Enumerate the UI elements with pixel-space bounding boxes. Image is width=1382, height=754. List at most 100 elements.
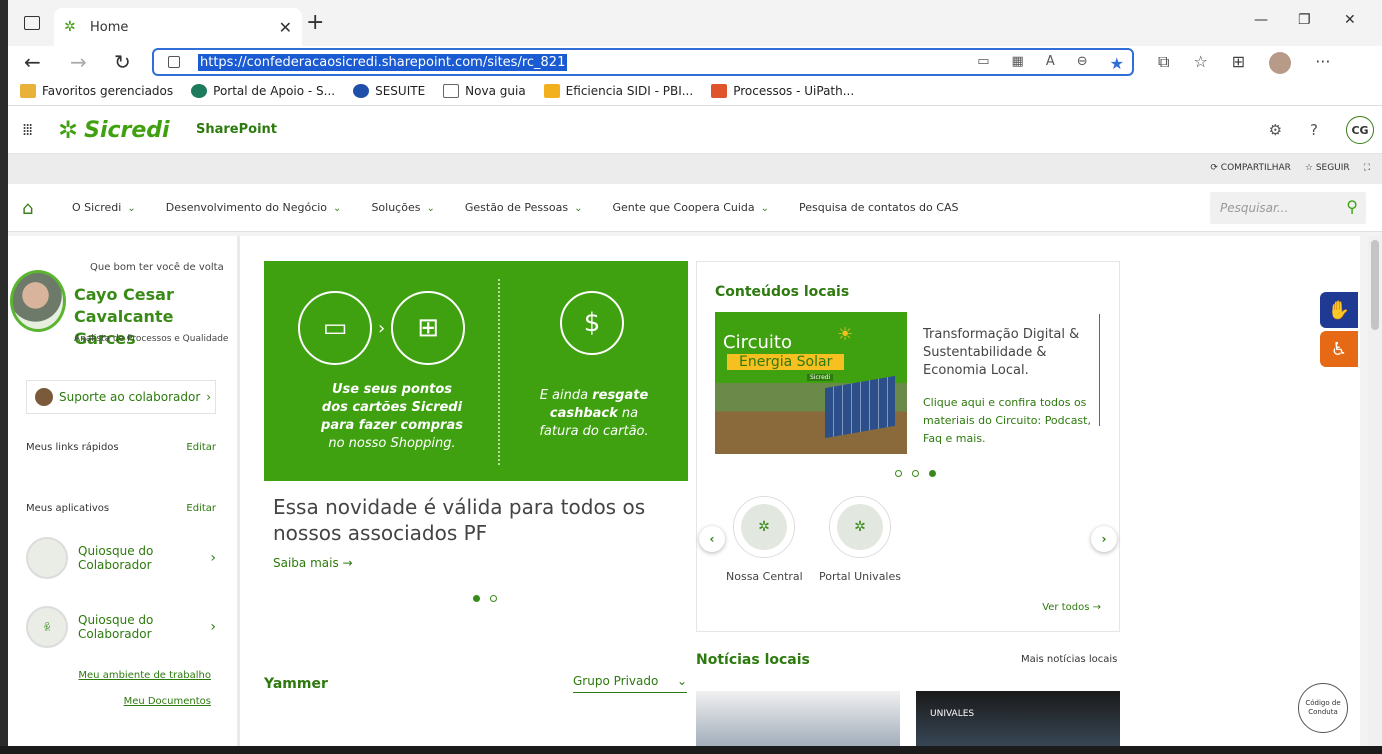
carousel-dot[interactable] <box>473 595 480 602</box>
quick-link-portal-univales[interactable]: ✲ <box>829 496 891 558</box>
profile-sidebar: Que bom ter você de volta Cayo Cesar Cav… <box>8 236 240 746</box>
hero-banner[interactable]: ▭ › ⊞ $ Use seus pontos dos cartões Sicr… <box>264 261 688 481</box>
nav-item-desenvolvimento[interactable]: Desenvolvimento do Negócio ⌄ <box>166 201 342 214</box>
next-arrow-button[interactable]: › <box>1091 526 1117 552</box>
carousel-dot[interactable] <box>929 470 936 477</box>
quick-link-nossa-central[interactable]: ✲ <box>733 496 795 558</box>
sun-icon: ☀ <box>837 324 854 345</box>
nav-item-pesquisa-contatos[interactable]: Pesquisa de contatos do CAS <box>799 201 958 214</box>
profile-avatar[interactable] <box>1269 52 1292 74</box>
home-icon[interactable]: ⌂ <box>22 198 33 219</box>
prev-arrow-button[interactable]: ‹ <box>699 526 725 552</box>
command-bar: ⟳ COMPARTILHAR ☆ SEGUIR ⛶ <box>8 154 1382 184</box>
close-window-icon[interactable]: ✕ <box>1344 12 1356 28</box>
news-card-image[interactable]: UNIVALES <box>916 691 1120 746</box>
app-available-icon[interactable]: ▭ <box>977 54 989 73</box>
chevron-down-icon: ⌄ <box>676 674 687 688</box>
more-news-link[interactable]: Mais notícias locais <box>1021 654 1117 665</box>
sicredi-favicon-icon: ✲ <box>64 19 76 35</box>
carousel-dot[interactable] <box>490 595 497 602</box>
url-text: https://confederacaosicredi.sharepoint.c… <box>198 53 568 71</box>
refresh-icon[interactable]: ↻ <box>114 50 131 74</box>
user-initials-avatar[interactable]: CG <box>1346 116 1374 144</box>
sign-language-icon[interactable]: ✋ <box>1320 292 1358 328</box>
zoom-icon[interactable]: ⊖ <box>1077 54 1088 73</box>
close-tab-icon[interactable]: ✕ <box>279 18 292 37</box>
bookmark-item[interactable]: Nova guia <box>443 83 526 98</box>
help-icon[interactable]: ? <box>1310 121 1318 139</box>
nav-item-gente-coopera[interactable]: Gente que Coopera Cuida ⌄ <box>612 201 769 214</box>
search-input[interactable]: Pesquisar... ⚲ <box>1210 192 1366 224</box>
ver-todos-link[interactable]: Ver todos → <box>1042 602 1101 613</box>
app-item-quiosque[interactable]: ꆜ Quiosque do Colaborador › <box>26 605 216 649</box>
quick-link-label: Portal Univales <box>819 570 901 583</box>
bookmark-item[interactable]: Eficiencia SIDI - PBI... <box>543 83 693 98</box>
feature-link[interactable]: Clique aqui e confira todos os materiais… <box>923 394 1099 448</box>
chevron-right-icon: › <box>210 550 216 566</box>
carousel-dot[interactable] <box>895 470 902 477</box>
yammer-title: Yammer <box>264 676 328 692</box>
support-button[interactable]: Suporte ao colaborador › <box>26 380 216 414</box>
arrow-right-icon: → <box>342 556 353 570</box>
fullscreen-icon[interactable]: ⛶ <box>1364 163 1370 173</box>
url-field[interactable]: https://confederacaosicredi.sharepoint.c… <box>152 48 1134 76</box>
bookmark-item[interactable]: Processos - UiPath... <box>711 83 854 98</box>
hero-carousel-dots <box>473 595 497 602</box>
edit-quick-links-button[interactable]: Editar <box>186 442 216 453</box>
new-tab-page-icon <box>443 83 460 98</box>
scrollbar-thumb[interactable] <box>1371 240 1379 330</box>
bookmark-item[interactable]: SESUITE <box>353 83 425 98</box>
news-card-image[interactable] <box>696 691 900 746</box>
local-content-card: Conteúdos locais ☀ Circuito Energia Sola… <box>696 261 1120 632</box>
chevron-down-icon: ⌄ <box>333 203 342 214</box>
search-icon[interactable]: ⚲ <box>1346 197 1358 216</box>
sharepoint-icon <box>191 83 208 98</box>
documents-link[interactable]: Meu Documentos <box>124 696 211 707</box>
more-menu-icon[interactable]: ··· <box>1315 52 1330 74</box>
taskbar <box>0 746 1382 754</box>
forward-icon[interactable]: → <box>70 50 87 74</box>
trophy-icon <box>353 83 370 98</box>
chevron-down-icon: ⌄ <box>426 203 435 214</box>
page-scrollbar[interactable] <box>1368 236 1382 746</box>
workspace-link[interactable]: Meu ambiente de trabalho <box>78 670 211 681</box>
chevron-right-icon: › <box>206 390 212 404</box>
minimize-icon[interactable]: — <box>1254 12 1268 28</box>
share-button[interactable]: ⟳ COMPARTILHAR <box>1210 163 1291 173</box>
bookmarks-bar: Favoritos gerenciados Portal de Apoio - … <box>8 76 1382 106</box>
codigo-conduta-badge[interactable]: Código de Conduta <box>1298 683 1348 733</box>
edit-apps-button[interactable]: Editar <box>186 503 216 514</box>
nav-item-solucoes[interactable]: Soluções ⌄ <box>371 201 434 214</box>
bookmark-item[interactable]: Favoritos gerenciados <box>20 83 173 98</box>
apps-row: Meus aplicativos Editar <box>26 503 216 514</box>
app-item-quiosque[interactable]: Quiosque do Colaborador › <box>26 536 216 580</box>
back-icon[interactable]: ← <box>24 50 41 74</box>
support-avatar-icon <box>35 388 53 406</box>
nav-item-o-sicredi[interactable]: O Sicredi ⌄ <box>72 201 136 214</box>
favorites-icon[interactable]: ☆ <box>1193 52 1207 74</box>
tab-home[interactable]: ✲ Home ✕ <box>54 8 302 46</box>
app-launcher-icon[interactable]: ⁞⁞⁞ <box>22 120 33 139</box>
nav-item-gestao-pessoas[interactable]: Gestão de Pessoas ⌄ <box>465 201 583 214</box>
new-tab-button[interactable]: + <box>306 10 324 35</box>
bookmark-item[interactable]: Portal de Apoio - S... <box>191 83 335 98</box>
gift-icon: ⊞ <box>391 291 466 365</box>
accessibility-icon[interactable]: ♿ <box>1320 331 1358 367</box>
circuito-energia-solar-image[interactable]: ☀ Circuito Energia Solar Sicredi <box>715 312 907 454</box>
restore-icon[interactable]: ❐ <box>1298 12 1311 28</box>
sharepoint-label[interactable]: SharePoint <box>196 122 277 137</box>
hero-right-text: E ainda resgate cashback na fatura do ca… <box>539 388 649 439</box>
read-aloud-icon[interactable]: A <box>1046 54 1055 73</box>
sicredi-logo[interactable]: ✲ Sicredi <box>58 116 170 144</box>
carousel-dot[interactable] <box>912 470 919 477</box>
group-select[interactable]: Grupo Privado ⌄ <box>573 674 687 693</box>
extensions-icon[interactable]: ⧉ <box>1158 52 1169 74</box>
sharepoint-suite-bar: ⁞⁞⁞ ✲ Sicredi SharePoint ⚙ ? CG <box>8 106 1382 154</box>
settings-icon[interactable]: ⚙ <box>1269 121 1282 139</box>
qr-icon[interactable]: ▦ <box>1012 54 1024 73</box>
saiba-mais-link[interactable]: Saiba mais → <box>273 556 353 570</box>
favorite-star-icon[interactable]: ★ <box>1110 54 1124 73</box>
collections-icon[interactable]: ⊞ <box>1232 52 1245 74</box>
follow-button[interactable]: ☆ SEGUIR <box>1305 163 1350 173</box>
tab-actions-icon[interactable] <box>24 16 40 30</box>
